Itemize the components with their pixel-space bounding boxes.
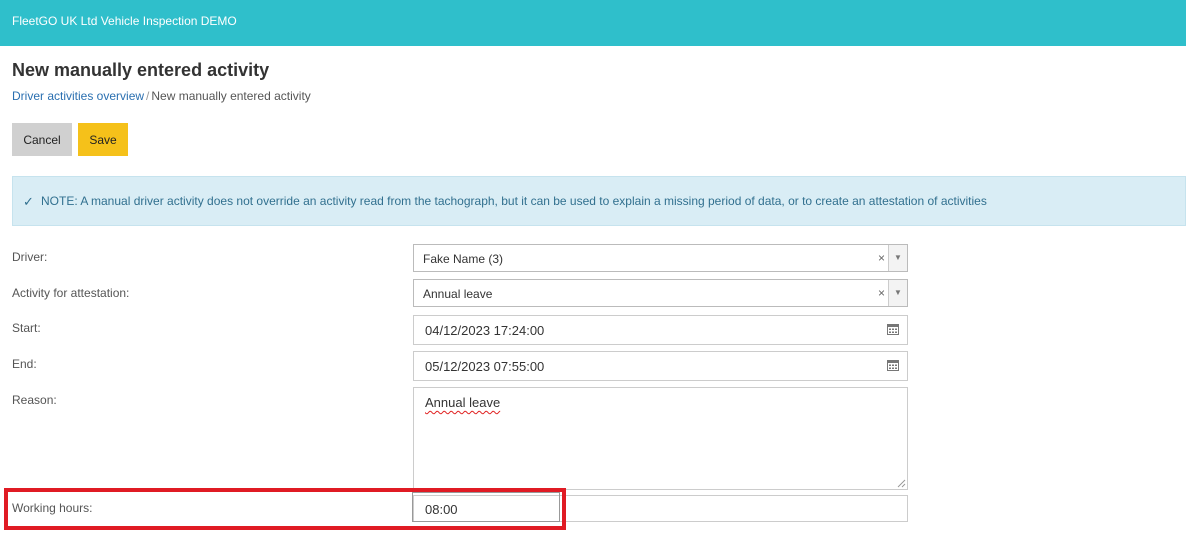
activity-label: Activity for attestation: <box>12 286 130 300</box>
check-icon: ✓ <box>23 194 34 209</box>
activity-select[interactable]: Annual leave × ▼ <box>413 279 908 307</box>
working-hours-input[interactable]: 08:00 <box>413 495 908 522</box>
cancel-button[interactable]: Cancel <box>12 123 72 156</box>
dropdown-arrow-icon[interactable]: ▼ <box>888 280 907 306</box>
calendar-icon[interactable] <box>887 323 899 335</box>
breadcrumb-link-overview[interactable]: Driver activities overview <box>12 89 144 103</box>
reason-textarea[interactable]: Annual leave <box>413 387 908 490</box>
start-value: 04/12/2023 17:24:00 <box>425 323 545 338</box>
end-value: 05/12/2023 07:55:00 <box>425 359 545 374</box>
end-label: End: <box>12 357 37 371</box>
end-datetime-input[interactable]: 05/12/2023 07:55:00 <box>413 351 908 381</box>
clear-icon[interactable]: × <box>878 251 885 265</box>
clear-icon[interactable]: × <box>878 286 885 300</box>
driver-value: Fake Name (3) <box>423 252 504 266</box>
calendar-icon[interactable] <box>887 359 899 371</box>
note-text: NOTE: A manual driver activity does not … <box>41 194 987 208</box>
save-button[interactable]: Save <box>78 123 128 156</box>
reason-label: Reason: <box>12 393 57 407</box>
page-title: New manually entered activity <box>12 60 270 80</box>
dropdown-arrow-icon[interactable]: ▼ <box>888 245 907 271</box>
info-note: ✓ NOTE: A manual driver activity does no… <box>12 176 1186 226</box>
driver-label: Driver: <box>12 250 48 264</box>
working-hours-value: 08:00 <box>425 502 458 517</box>
breadcrumb-separator: / <box>146 89 150 103</box>
resize-grip-icon[interactable] <box>897 479 906 488</box>
start-label: Start: <box>12 321 41 335</box>
reason-value: Annual leave <box>425 395 501 410</box>
breadcrumb: Driver activities overview / New manually … <box>12 89 311 103</box>
breadcrumb-current: New manually entered activity <box>151 89 311 103</box>
driver-select[interactable]: Fake Name (3) × ▼ <box>413 244 908 272</box>
activity-value: Annual leave <box>423 287 493 301</box>
working-hours-label: Working hours: <box>12 501 93 515</box>
app-title: FleetGO UK Ltd Vehicle Inspection DEMO <box>12 14 237 28</box>
top-bar: FleetGO UK Ltd Vehicle Inspection DEMO <box>0 0 1186 46</box>
start-datetime-input[interactable]: 04/12/2023 17:24:00 <box>413 315 908 345</box>
